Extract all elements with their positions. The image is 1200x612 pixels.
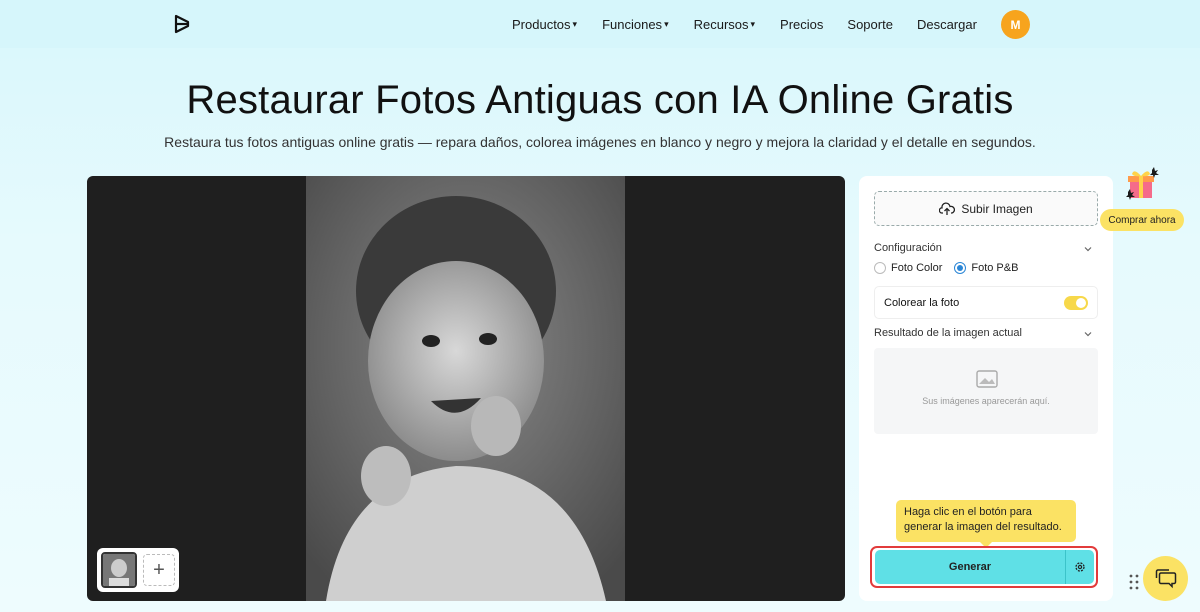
upload-image-button[interactable]: Subir Imagen xyxy=(874,191,1098,226)
nav-item-label: Recursos xyxy=(693,16,749,32)
user-avatar[interactable]: M xyxy=(1001,10,1030,39)
chat-icon xyxy=(1155,568,1176,588)
uploaded-photo xyxy=(306,176,625,601)
chevron-down-icon[interactable] xyxy=(1083,329,1093,339)
brand-logo-icon[interactable] xyxy=(172,14,192,34)
photo-type-radios: Foto Color Foto P&B xyxy=(874,262,1018,274)
buy-now-button[interactable]: Comprar ahora xyxy=(1100,209,1184,231)
gift-icon[interactable] xyxy=(1124,166,1160,202)
nav-item-label: Productos xyxy=(512,16,571,32)
caret-down-icon: ▾ xyxy=(572,18,578,29)
nav-item-descargar[interactable]: Descargar xyxy=(917,17,977,32)
add-image-button[interactable]: + xyxy=(143,554,175,586)
chevron-down-icon[interactable] xyxy=(1083,244,1093,254)
radio-foto-color[interactable]: Foto Color xyxy=(874,262,942,274)
radio-foto-pb[interactable]: Foto P&B xyxy=(954,262,1018,274)
image-canvas: + xyxy=(87,176,845,601)
drag-handle-icon[interactable] xyxy=(1129,574,1139,590)
cloud-upload-icon xyxy=(939,202,956,215)
config-label: Configuración xyxy=(874,242,942,254)
generate-button[interactable]: Generar xyxy=(875,550,1065,584)
colorize-toggle[interactable] xyxy=(1064,295,1088,310)
thumbnail-image xyxy=(103,554,135,586)
settings-panel: Subir Imagen Configuración Foto Color Fo… xyxy=(859,176,1113,601)
caret-down-icon: ▾ xyxy=(664,18,669,29)
upload-label: Subir Imagen xyxy=(961,201,1033,216)
generate-settings-button[interactable] xyxy=(1065,550,1094,584)
result-placeholder-box: Sus imágenes aparecerán aquí. xyxy=(874,348,1098,434)
page-subtitle: Restaura tus fotos antiguas online grati… xyxy=(164,134,1036,150)
radio-dot xyxy=(954,262,967,274)
caret-down-icon: ▾ xyxy=(750,18,756,29)
nav-item-recursos[interactable]: Recursos ▾ xyxy=(694,17,755,32)
colorize-label: Colorear la foto xyxy=(884,296,960,309)
nav-item-productos[interactable]: Productos ▾ xyxy=(512,17,577,32)
gear-icon xyxy=(1075,562,1085,572)
colorize-row: Colorear la foto xyxy=(874,286,1098,319)
chat-button[interactable] xyxy=(1143,556,1188,601)
radio-label: Foto P&B xyxy=(971,262,1019,274)
nav-item-soporte[interactable]: Soporte xyxy=(847,17,893,32)
result-placeholder-text: Sus imágenes aparecerán aquí. xyxy=(922,396,1050,406)
radio-dot xyxy=(874,262,886,274)
thumbnail-current[interactable] xyxy=(101,552,137,588)
nav-item-label: Descargar xyxy=(916,16,977,32)
image-placeholder-icon xyxy=(976,370,998,388)
nav-item-precios[interactable]: Precios xyxy=(780,17,823,32)
nav-item-label: Funciones xyxy=(602,16,663,32)
result-label: Resultado de la imagen actual xyxy=(874,327,1022,339)
nav-item-funciones[interactable]: Funciones ▾ xyxy=(602,17,669,32)
generate-tooltip: Haga clic en el botón para generar la im… xyxy=(896,500,1076,548)
page-title: Restaurar Fotos Antiguas con IA Online G… xyxy=(186,78,1014,122)
thumbnail-strip: + xyxy=(97,548,179,592)
nav-item-label: Precios xyxy=(780,16,824,32)
radio-label: Foto Color xyxy=(891,262,943,274)
top-nav: Productos ▾ Funciones ▾ Recursos ▾ Precios Sopo… xyxy=(0,0,1200,48)
nav-item-label: Soporte xyxy=(847,16,893,32)
